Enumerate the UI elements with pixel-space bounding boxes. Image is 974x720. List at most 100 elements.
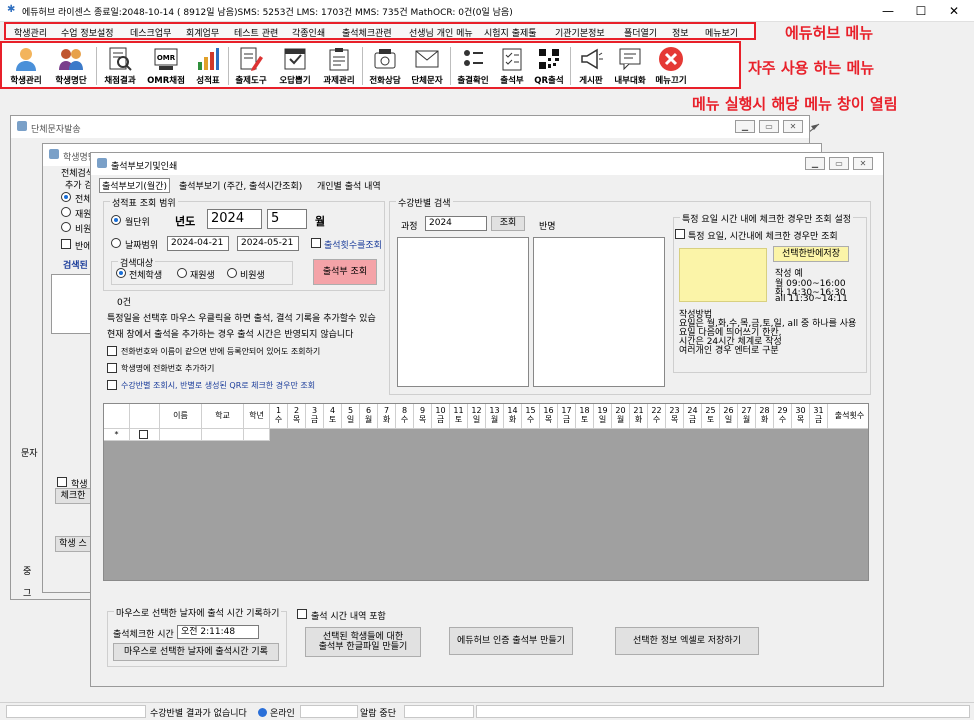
- grid-header-day[interactable]: 6 월: [360, 404, 378, 429]
- menu-exam-tool[interactable]: 시험지 출제툴: [484, 26, 537, 39]
- w2-student-button[interactable]: 학생 스: [55, 536, 91, 552]
- opt-qr-checkbox[interactable]: [107, 380, 117, 390]
- grid-header-day[interactable]: 1 수: [270, 404, 288, 429]
- attendance-grid[interactable]: 이름 학교 학년 1 수2 목3 금4 토5 일6 월7 화8 수9 목 10 금…: [103, 403, 869, 581]
- grid-header-day[interactable]: 12 일: [468, 404, 486, 429]
- tb-assignment[interactable]: 과제관리: [318, 45, 360, 87]
- tb-omr-grading[interactable]: OMR OMR채점: [144, 45, 188, 87]
- w2-checkbox[interactable]: [57, 477, 67, 487]
- date-from-picker[interactable]: 2024-04-21: [167, 236, 229, 251]
- w1-minimize-button[interactable]: ▁: [735, 120, 755, 133]
- weekday-checkbox[interactable]: [675, 229, 685, 239]
- target-all-radio[interactable]: [116, 268, 126, 278]
- cert-attendance-button[interactable]: 에듀허브 인증 출석부 만들기: [449, 627, 573, 655]
- menu-view[interactable]: 메뉴보기: [705, 26, 738, 39]
- w1-close-button[interactable]: ✕: [783, 120, 803, 133]
- tb-close-menu[interactable]: 메뉴끄기: [650, 45, 692, 87]
- grid-header-day[interactable]: 17 금: [558, 404, 576, 429]
- monthly-radio[interactable]: [111, 215, 121, 225]
- w2-check-button[interactable]: 체크한: [55, 488, 91, 504]
- att-close-button[interactable]: ✕: [853, 157, 873, 170]
- tb-exam-tool[interactable]: 출제도구: [230, 45, 272, 87]
- grid-header-day[interactable]: 8 수: [396, 404, 414, 429]
- grid-header-day[interactable]: 23 목: [666, 404, 684, 429]
- tb-attendance-check[interactable]: 출결확인: [452, 45, 494, 87]
- menu-print[interactable]: 각종인쇄: [292, 26, 325, 39]
- row-checkbox[interactable]: [139, 430, 148, 439]
- target-enrolled-radio[interactable]: [177, 268, 187, 278]
- tab-monthly[interactable]: 출석부보기(월간): [99, 178, 170, 193]
- grid-header-day[interactable]: 31 금: [810, 404, 828, 429]
- grid-header-day[interactable]: 3 금: [306, 404, 324, 429]
- grid-header-day[interactable]: 29 수: [774, 404, 792, 429]
- tab-weekly[interactable]: 출석부보기 (주간, 출석시간조회): [179, 179, 302, 192]
- tb-internal-chat[interactable]: 내부대화: [610, 45, 650, 87]
- grid-header-day[interactable]: 2 목: [288, 404, 306, 429]
- grid-cell[interactable]: [244, 429, 270, 441]
- grid-header-school[interactable]: 학교: [202, 404, 244, 429]
- grid-header-count[interactable]: 출석횟수: [828, 404, 868, 429]
- hwp-file-button[interactable]: 선택된 학생들에 대한 출석부 한글파일 만들기: [305, 627, 421, 657]
- check-time-picker[interactable]: 오전 2:11:48: [177, 625, 259, 639]
- grid-header-day[interactable]: 20 월: [612, 404, 630, 429]
- menu-class-settings[interactable]: 수업 정보설정: [61, 26, 114, 39]
- tb-grading-result[interactable]: 채점결과: [99, 45, 141, 87]
- year-stepper[interactable]: 2024: [207, 209, 262, 229]
- course-list[interactable]: [397, 237, 529, 387]
- w2-radio[interactable]: [61, 207, 71, 217]
- class-list[interactable]: [533, 237, 665, 387]
- include-time-checkbox[interactable]: [297, 609, 307, 619]
- grid-header-day[interactable]: 11 토: [450, 404, 468, 429]
- grid-header-day[interactable]: 7 화: [378, 404, 396, 429]
- menu-accounting[interactable]: 회계업무: [186, 26, 219, 39]
- grid-header-day[interactable]: 18 토: [576, 404, 594, 429]
- opt-phone-checkbox[interactable]: [107, 346, 117, 356]
- grid-header-day[interactable]: 25 토: [702, 404, 720, 429]
- w2-checkbox[interactable]: [61, 239, 71, 249]
- tab-individual[interactable]: 개인별 출석 내역: [317, 179, 381, 192]
- grid-header-day[interactable]: 9 목: [414, 404, 432, 429]
- w2-radio[interactable]: [61, 192, 71, 202]
- close-button[interactable]: ✕: [946, 3, 962, 19]
- grid-header-day[interactable]: 10 금: [432, 404, 450, 429]
- grid-header-day[interactable]: 5 일: [342, 404, 360, 429]
- tb-student-manage[interactable]: 학생관리: [6, 45, 46, 87]
- tb-group-sms[interactable]: 단체문자: [406, 45, 448, 87]
- count-query-checkbox[interactable]: [311, 238, 321, 248]
- month-stepper[interactable]: 5: [267, 209, 307, 229]
- tb-qr-attendance[interactable]: QR출석: [530, 45, 568, 87]
- grid-header-day[interactable]: 13 월: [486, 404, 504, 429]
- tb-student-list[interactable]: 학생명단: [50, 45, 92, 87]
- date-range-radio[interactable]: [111, 238, 121, 248]
- record-time-button[interactable]: 마우스로 선택한 날자에 출석시간 기록: [113, 643, 279, 661]
- target-nonenrolled-radio[interactable]: [227, 268, 237, 278]
- course-select[interactable]: 2024: [425, 216, 487, 231]
- save-class-button[interactable]: 선택한반에저장: [773, 246, 849, 262]
- grid-row-checkbox-cell[interactable]: [130, 429, 160, 441]
- grid-header-day[interactable]: 19 일: [594, 404, 612, 429]
- grid-header-day[interactable]: 27 월: [738, 404, 756, 429]
- grid-header-grade[interactable]: 학년: [244, 404, 270, 429]
- grid-header-day[interactable]: 16 목: [540, 404, 558, 429]
- weekday-note[interactable]: [679, 248, 767, 302]
- grid-header-day[interactable]: 22 수: [648, 404, 666, 429]
- grid-header-day[interactable]: 21 화: [630, 404, 648, 429]
- grid-cell[interactable]: [160, 429, 202, 441]
- menu-test[interactable]: 테스트 관련: [234, 26, 278, 39]
- grid-header-day[interactable]: 28 화: [756, 404, 774, 429]
- menu-info[interactable]: 정보: [672, 26, 689, 39]
- tb-report-card[interactable]: 성적표: [190, 45, 226, 87]
- opt-name-phone-checkbox[interactable]: [107, 363, 117, 373]
- att-minimize-button[interactable]: ▁: [805, 157, 825, 170]
- grid-header-day[interactable]: 24 금: [684, 404, 702, 429]
- w2-radio[interactable]: [61, 222, 71, 232]
- grid-header-day[interactable]: 4 토: [324, 404, 342, 429]
- w1-maximize-button[interactable]: ▭: [759, 120, 779, 133]
- date-to-picker[interactable]: 2024-05-21: [237, 236, 299, 251]
- menu-open-folder[interactable]: 폴더열기: [624, 26, 657, 39]
- tb-attendance-book[interactable]: 출석부: [494, 45, 530, 87]
- maximize-button[interactable]: ☐: [913, 3, 929, 19]
- class-search-button[interactable]: 조회: [491, 216, 525, 231]
- tb-phone-consult[interactable]: 전화상담: [364, 45, 406, 87]
- grid-header-day[interactable]: 26 일: [720, 404, 738, 429]
